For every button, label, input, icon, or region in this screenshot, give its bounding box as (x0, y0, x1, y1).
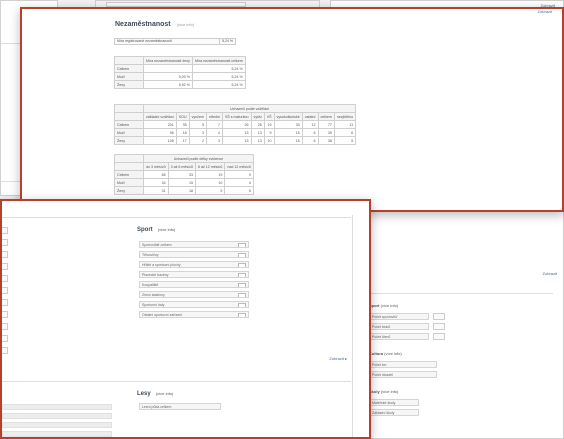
column-header: střední (205, 112, 223, 121)
page-title: Nezaměstnanost (více info) (115, 21, 195, 28)
sport-item[interactable]: Koupaliště (139, 281, 249, 288)
rate-table: Míra nezaměstnanosti ženy Míra nezaměstna… (114, 56, 246, 89)
checkbox-icon (238, 313, 246, 317)
more-link[interactable]: Zobrazit (538, 9, 552, 14)
side-field[interactable] (2, 251, 8, 258)
column-header: 6 až 12 měsíců (194, 162, 226, 171)
column-header: celkem (317, 112, 335, 121)
table-row: Ženy 31 18 9 5 (114, 186, 254, 195)
checkbox-icon (238, 263, 246, 267)
column-header: vyučení (188, 112, 207, 121)
side-field[interactable] (2, 347, 8, 354)
list-item[interactable]: Počet sportovišť (369, 313, 429, 320)
education-table: Uchazeči podle vzdělání základní vzdělán… (114, 104, 357, 145)
section-title-lower: Lesy (více info) (137, 391, 174, 397)
bg-list-title: Školy (více info) (369, 389, 399, 394)
table-caption: Uchazeči podle vzdělání (142, 104, 357, 113)
sport-item[interactable]: Ostatní sportovní zařízení (139, 311, 249, 318)
side-field[interactable] (2, 263, 8, 270)
scroll-edge (352, 215, 353, 437)
table-row: Celkem 65 33 19 9 (114, 170, 254, 179)
column-header: nezjištěno (333, 112, 357, 121)
list-item[interactable]: Mateřské školy (369, 399, 419, 406)
table-row: Ženy 5,52 % 5,24 % (114, 80, 246, 89)
table-row: Muži 34 15 10 4 (114, 178, 254, 187)
column-header: SOU (175, 112, 190, 121)
table-row: Muži 96 18 3 4 13 13 9 15 6 39 6 (114, 128, 357, 137)
divider (2, 381, 351, 382)
checkbox-icon (238, 273, 246, 277)
column-header: vysokoškolské (273, 112, 303, 121)
side-field[interactable] (2, 323, 8, 330)
bg-more-link-bottom[interactable]: Zobrazit (543, 271, 557, 276)
checkbox-icon (238, 283, 246, 287)
bg-list-title: Kultura (více info) (369, 351, 402, 356)
value-box (433, 333, 445, 340)
arrow-right-icon: ▸ (344, 356, 347, 361)
checkbox-icon (238, 303, 246, 307)
side-field[interactable] (2, 227, 8, 234)
column-header: vyšší (250, 112, 265, 121)
list-item[interactable]: Počet kin (369, 361, 437, 368)
side-field[interactable] (2, 239, 8, 246)
divider (356, 293, 553, 294)
list-item[interactable]: Počet klubů (369, 323, 429, 330)
left-column-boxes (2, 227, 12, 357)
table-row: Ženy 105 17 2 3 13 13 10 15 6 38 5 (114, 136, 357, 145)
list-item[interactable]: Počet divadel (369, 371, 437, 378)
side-field[interactable] (2, 275, 8, 282)
divider (2, 217, 351, 218)
sport-window: Sport (více info) Sportoviště celkem Těl… (0, 199, 371, 439)
checkbox-icon (238, 253, 246, 257)
value-box (433, 323, 445, 330)
column-header: Míra nezaměstnanosti celkem (191, 56, 246, 65)
table-corner (114, 56, 144, 65)
table-row: Muži 5,00 % 5,24 % (114, 72, 246, 81)
sport-item[interactable]: Zimní stadiony (139, 291, 249, 298)
column-header: 3 až 6 měsíců (167, 162, 196, 171)
rate-select[interactable]: Míra registrované nezaměstnanosti 5,24 % (114, 38, 236, 45)
lower-item[interactable]: Lesní půda celkem (139, 403, 221, 410)
unemployment-window: Nezaměstnanost (více info) Zobrazit Míra … (20, 7, 564, 212)
section-title-sport: Sport (více info) (137, 227, 176, 233)
column-header: nad 12 měsíců (224, 162, 254, 171)
column-header: do 3 měsíců (143, 162, 169, 171)
column-header: VŠ (263, 112, 275, 121)
side-field[interactable] (2, 287, 8, 294)
table-row (2, 422, 112, 428)
table-row: Celkem 5,24 % (114, 64, 246, 73)
table-caption: Uchazeči podle délky evidence (143, 154, 254, 163)
info-link[interactable]: (více info) (177, 22, 195, 27)
side-field[interactable] (2, 299, 8, 306)
table-row: Celkem 201 35 5 7 26 26 19 30 12 77 11 (114, 120, 357, 129)
column-header: SŠ s maturitou (221, 112, 252, 121)
info-link[interactable]: (více info) (158, 227, 176, 232)
column-header: Míra nezaměstnanosti ženy (143, 56, 193, 65)
value-box (433, 313, 445, 320)
column-header: základní vzdělání (143, 112, 177, 121)
bg-list-title: Sport (více info) (369, 303, 399, 308)
checkbox-icon (238, 293, 246, 297)
sport-item[interactable]: Plavecké bazény (139, 271, 249, 278)
table-row (2, 404, 112, 410)
sport-item[interactable]: Tělocvičny (139, 251, 249, 258)
table-row (2, 413, 112, 419)
sport-item[interactable]: Hřiště a sportovní plochy (139, 261, 249, 268)
side-field[interactable] (2, 335, 8, 342)
table-row (2, 431, 112, 437)
list-item[interactable]: Základní školy (369, 409, 419, 416)
sport-item[interactable]: Sportovní haly (139, 301, 249, 308)
more-link[interactable]: Zobrazit ▸ (329, 356, 347, 361)
sport-item[interactable]: Sportoviště celkem (139, 241, 249, 248)
duration-table: Uchazeči podle délky evidence do 3 měsíc… (114, 154, 254, 195)
column-header: ostatní (301, 112, 319, 121)
bg-list-sport: Sport (více info) (369, 303, 398, 308)
side-field[interactable] (2, 311, 8, 318)
list-item[interactable]: Počet členů (369, 333, 429, 340)
info-link[interactable]: (více info) (156, 391, 174, 396)
checkbox-icon (238, 243, 246, 247)
